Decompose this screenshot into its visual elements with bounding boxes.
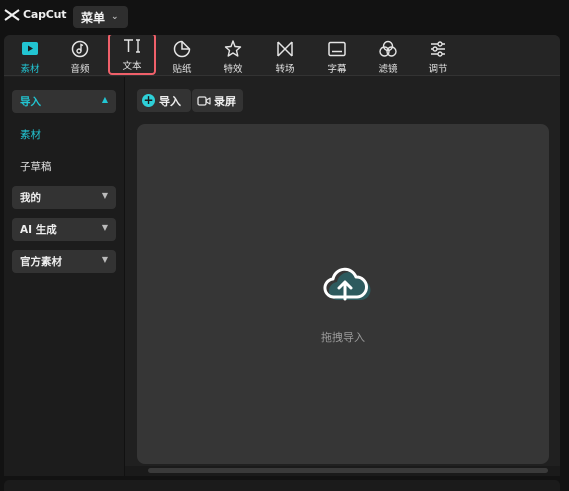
transition-icon	[277, 41, 293, 57]
sidebar-section-label: AI 生成	[20, 224, 57, 236]
tab-captions[interactable]: 字幕	[315, 37, 359, 75]
sidebar-section-label: 我的	[20, 192, 41, 204]
audio-icon	[71, 40, 89, 58]
effects-icon	[224, 40, 242, 57]
sidebar-section-label: 官方素材	[20, 256, 62, 268]
tab-effects-label: 特效	[223, 64, 243, 75]
menu-button[interactable]: 菜单 ⌄	[73, 6, 128, 28]
title-bar: CapCut 菜单 ⌄	[0, 0, 569, 34]
sidebar-item-media[interactable]: 素材	[20, 127, 41, 142]
captions-icon	[328, 41, 346, 57]
asset-toolbar: 素材 音频 文本 贴纸 特效 转场 字幕 滤镜 调节	[4, 35, 560, 76]
plus-icon: +	[142, 93, 155, 107]
tab-media-label: 素材	[20, 64, 40, 75]
chevron-up-icon: ▲	[101, 95, 108, 104]
horizontal-scrollbar[interactable]	[125, 466, 560, 476]
tab-effects[interactable]: 特效	[211, 37, 255, 75]
drop-zone[interactable]: 拖拽导入	[137, 124, 549, 464]
tab-text[interactable]: 文本	[108, 35, 156, 75]
sidebar-section-mine[interactable]: 我的 ▼	[12, 186, 116, 209]
import-button[interactable]: + 导入	[137, 89, 191, 112]
import-button-label: 导入	[159, 94, 181, 108]
sidebar-section-import[interactable]: 导入 ▲	[12, 90, 116, 113]
tab-filters[interactable]: 滤镜	[366, 37, 410, 75]
menu-label: 菜单	[81, 10, 106, 25]
chevron-down-icon: ▼	[101, 223, 108, 232]
tab-text-label: 文本	[122, 61, 142, 72]
tab-audio-label: 音频	[70, 64, 90, 75]
adjust-icon	[431, 41, 445, 57]
tab-filters-label: 滤镜	[378, 64, 398, 75]
tab-stickers-label: 贴纸	[172, 64, 192, 75]
media-panel: 素材 音频 文本 贴纸 特效 转场 字幕 滤镜 调节 导入 ▲ 素材 子草稿 我…	[4, 35, 560, 476]
bottom-panel	[4, 480, 560, 491]
tab-media[interactable]: 素材	[8, 37, 52, 75]
sidebar-section-label: 导入	[20, 96, 41, 108]
sticker-icon	[173, 40, 191, 58]
chevron-down-icon: ⌄	[111, 12, 119, 22]
cloud-upload-icon	[323, 267, 371, 301]
text-icon	[124, 39, 140, 53]
drop-zone-hint: 拖拽导入	[321, 331, 365, 344]
sidebar-item-subdraft[interactable]: 子草稿	[20, 159, 52, 174]
tab-adjust-label: 调节	[428, 64, 448, 75]
record-screen-button[interactable]: 录屏	[192, 89, 243, 112]
app-logo: CapCut	[4, 8, 67, 21]
media-icon	[22, 42, 38, 55]
tab-adjust[interactable]: 调节	[416, 37, 460, 75]
sidebar-section-ai-generate[interactable]: AI 生成 ▼	[12, 218, 116, 241]
camera-icon	[197, 95, 211, 106]
record-button-label: 录屏	[214, 94, 236, 108]
tab-transitions-label: 转场	[275, 64, 295, 75]
capcut-logo-icon	[4, 8, 20, 21]
chevron-down-icon: ▼	[101, 191, 108, 200]
chevron-down-icon: ▼	[101, 255, 108, 264]
tab-audio[interactable]: 音频	[58, 37, 102, 75]
tab-transitions[interactable]: 转场	[263, 37, 307, 75]
sidebar: 导入 ▲ 素材 子草稿 我的 ▼ AI 生成 ▼ 官方素材 ▼	[4, 77, 125, 476]
scrollbar-thumb[interactable]	[148, 468, 548, 473]
tab-stickers[interactable]: 贴纸	[160, 37, 204, 75]
tab-captions-label: 字幕	[327, 64, 347, 75]
sidebar-section-official[interactable]: 官方素材 ▼	[12, 250, 116, 273]
bottom-panel-edge	[0, 476, 569, 491]
filter-icon	[379, 40, 397, 57]
app-logo-text: CapCut	[23, 8, 67, 21]
